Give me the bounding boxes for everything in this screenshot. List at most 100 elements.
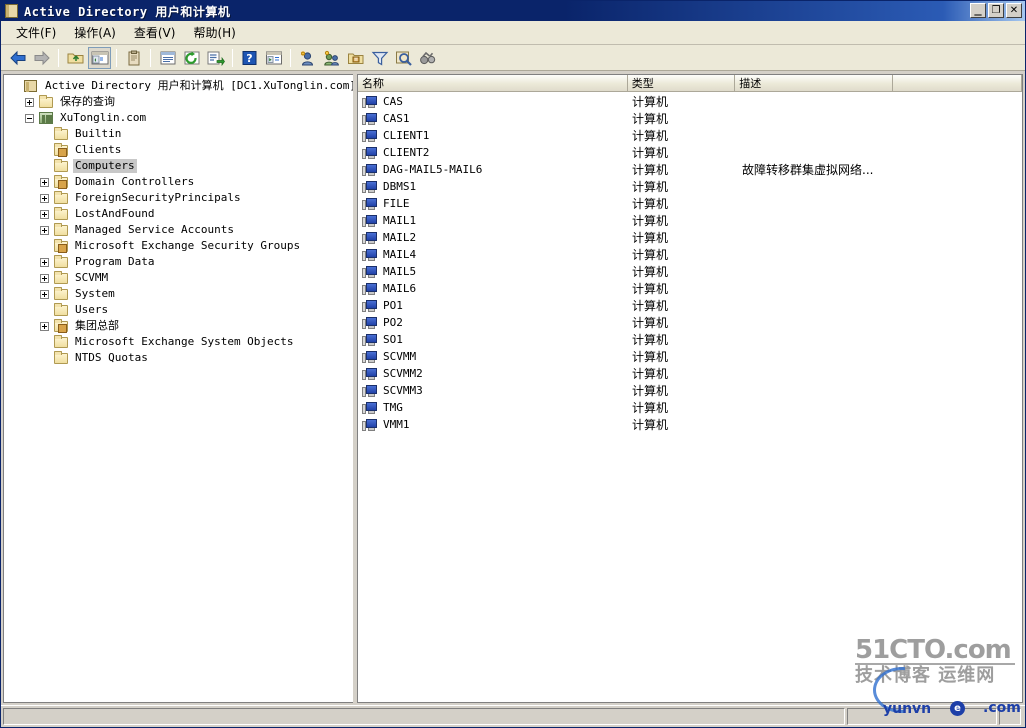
- menu-help[interactable]: 帮助(H): [184, 21, 244, 44]
- console-root-icon: [23, 79, 39, 93]
- help-icon[interactable]: ?: [238, 47, 261, 69]
- computer-icon: [362, 401, 378, 415]
- table-row[interactable]: MAIL6计算机: [358, 280, 1022, 297]
- expand-icon[interactable]: [25, 98, 34, 107]
- tree-node-saved-queries[interactable]: 保存的查询: [4, 94, 353, 110]
- table-row[interactable]: CLIENT2计算机: [358, 144, 1022, 161]
- tree-node-scvmm[interactable]: SCVMM: [4, 270, 353, 286]
- expand-icon[interactable]: [40, 194, 49, 203]
- expand-icon[interactable]: [40, 226, 49, 235]
- column-header-description[interactable]: 描述: [735, 75, 892, 92]
- tree-node-exchange-system-objects[interactable]: Microsoft Exchange System Objects: [4, 334, 353, 350]
- expander-spacer: [40, 130, 49, 139]
- saved-queries-icon[interactable]: [416, 47, 439, 69]
- new-user-icon[interactable]: [296, 47, 319, 69]
- table-row[interactable]: PO2计算机: [358, 314, 1022, 331]
- table-row[interactable]: SCVMM3计算机: [358, 382, 1022, 399]
- find-icon[interactable]: [392, 47, 415, 69]
- table-row[interactable]: PO1计算机: [358, 297, 1022, 314]
- expand-icon[interactable]: [40, 274, 49, 283]
- table-row[interactable]: TMG计算机: [358, 399, 1022, 416]
- table-row[interactable]: MAIL2计算机: [358, 229, 1022, 246]
- cell-type: 计算机: [629, 314, 737, 331]
- tree-node-label: Computers: [73, 159, 137, 173]
- computer-name-label: MAIL6: [381, 282, 418, 296]
- table-row[interactable]: SCVMM2计算机: [358, 365, 1022, 382]
- view-properties-icon[interactable]: [156, 47, 179, 69]
- computer-name-label: DBMS1: [381, 180, 418, 194]
- tree-node-builtin[interactable]: Builtin: [4, 126, 353, 142]
- expander-spacer: [40, 338, 49, 347]
- filter-icon[interactable]: [368, 47, 391, 69]
- table-row[interactable]: CAS1计算机: [358, 110, 1022, 127]
- computer-name-label: CLIENT1: [381, 129, 431, 143]
- tree-node-program-data[interactable]: Program Data: [4, 254, 353, 270]
- up-one-level-icon[interactable]: [64, 47, 87, 69]
- show-console-icon[interactable]: [262, 47, 285, 69]
- table-row[interactable]: VMM1计算机: [358, 416, 1022, 433]
- tree-pane: Active Directory 用户和计算机 [DC1.XuTonglin.c…: [3, 74, 353, 703]
- expander-spacer: [40, 354, 49, 363]
- menu-view[interactable]: 查看(V): [125, 21, 185, 44]
- column-header-extra[interactable]: [893, 75, 1022, 92]
- cell-name: SCVMM2: [358, 367, 629, 381]
- table-row[interactable]: DBMS1计算机: [358, 178, 1022, 195]
- table-row[interactable]: FILE计算机: [358, 195, 1022, 212]
- column-header-name[interactable]: 名称: [358, 75, 628, 92]
- content-area: Active Directory 用户和计算机 [DC1.XuTonglin.c…: [1, 72, 1025, 705]
- tree-node-ntds-quotas[interactable]: NTDS Quotas: [4, 350, 353, 366]
- console-tree: Active Directory 用户和计算机 [DC1.XuTonglin.c…: [4, 75, 353, 366]
- computer-icon: [362, 282, 378, 296]
- new-group-icon[interactable]: [320, 47, 343, 69]
- table-row[interactable]: SO1计算机: [358, 331, 1022, 348]
- tree-node-computers[interactable]: Computers: [4, 158, 353, 174]
- tree-node-managed-service-accounts[interactable]: Managed Service Accounts: [4, 222, 353, 238]
- tree-node-foreign-security-principals[interactable]: ForeignSecurityPrincipals: [4, 190, 353, 206]
- tree-node-domain[interactable]: XuTonglin.com: [4, 110, 353, 126]
- column-header-type[interactable]: 类型: [628, 75, 736, 92]
- cell-type: 计算机: [629, 93, 737, 110]
- cell-type: 计算机: [629, 399, 737, 416]
- table-row[interactable]: SCVMM计算机: [358, 348, 1022, 365]
- expand-icon[interactable]: [40, 258, 49, 267]
- menu-action[interactable]: 操作(A): [65, 21, 125, 44]
- cell-type: 计算机: [629, 144, 737, 161]
- cell-description: 故障转移群集虚拟网络...: [737, 161, 1022, 178]
- new-ou-icon[interactable]: [344, 47, 367, 69]
- close-button[interactable]: ✕: [1006, 3, 1022, 18]
- menu-file[interactable]: 文件(F): [7, 21, 65, 44]
- table-row[interactable]: DAG-MAIL5-MAIL6计算机故障转移群集虚拟网络...: [358, 161, 1022, 178]
- table-row[interactable]: MAIL1计算机: [358, 212, 1022, 229]
- tree-node-root[interactable]: Active Directory 用户和计算机 [DC1.XuTonglin.c…: [4, 78, 353, 94]
- tree-node-group-hq[interactable]: 集团总部: [4, 318, 353, 334]
- collapse-icon[interactable]: [25, 114, 34, 123]
- tree-node-lost-and-found[interactable]: LostAndFound: [4, 206, 353, 222]
- properties-icon[interactable]: [122, 47, 145, 69]
- table-row[interactable]: MAIL4计算机: [358, 246, 1022, 263]
- expand-icon[interactable]: [40, 178, 49, 187]
- table-row[interactable]: CAS计算机: [358, 93, 1022, 110]
- folder-icon: [53, 207, 69, 221]
- tree-node-clients[interactable]: Clients: [4, 142, 353, 158]
- list-pane: 名称类型描述 CAS计算机CAS1计算机CLIENT1计算机CLIENT2计算机…: [357, 74, 1023, 703]
- export-list-icon[interactable]: [204, 47, 227, 69]
- table-row[interactable]: CLIENT1计算机: [358, 127, 1022, 144]
- cell-name: PO2: [358, 316, 629, 330]
- computer-icon: [362, 350, 378, 364]
- expand-icon[interactable]: [40, 322, 49, 331]
- expand-icon[interactable]: [40, 210, 49, 219]
- folder-icon: [53, 127, 69, 141]
- show-hide-tree-icon[interactable]: [88, 47, 111, 69]
- minimize-button[interactable]: _: [970, 3, 986, 18]
- tree-node-system[interactable]: System: [4, 286, 353, 302]
- expand-icon[interactable]: [40, 290, 49, 299]
- computer-name-label: MAIL2: [381, 231, 418, 245]
- refresh-icon[interactable]: [180, 47, 203, 69]
- svg-text:?: ?: [246, 52, 252, 65]
- table-row[interactable]: MAIL5计算机: [358, 263, 1022, 280]
- tree-node-exchange-security-groups[interactable]: Microsoft Exchange Security Groups: [4, 238, 353, 254]
- tree-node-users[interactable]: Users: [4, 302, 353, 318]
- restore-button[interactable]: ❐: [988, 3, 1004, 18]
- tree-node-domain-controllers[interactable]: Domain Controllers: [4, 174, 353, 190]
- back-icon[interactable]: [6, 47, 29, 69]
